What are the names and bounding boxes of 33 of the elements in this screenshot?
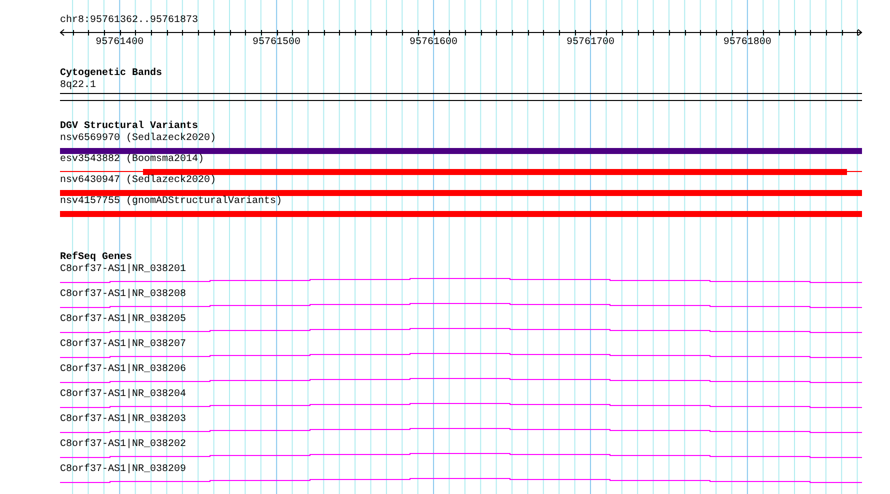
- gene-model-line[interactable]: [60, 378, 862, 383]
- variant-label[interactable]: nsv4157755 (gnomADStructuralVariants): [60, 196, 282, 208]
- gene-model-line[interactable]: [60, 328, 862, 333]
- gene-label[interactable]: C8orf37-AS1|NR_038202: [60, 439, 186, 451]
- gene-model-line[interactable]: [60, 428, 862, 433]
- gene-label[interactable]: C8orf37-AS1|NR_038209: [60, 464, 186, 476]
- gene-model-line[interactable]: [60, 278, 862, 283]
- ruler-tick-label: 95761400: [96, 37, 144, 48]
- ruler-tick-label: 95761600: [410, 37, 458, 48]
- gene-label[interactable]: C8orf37-AS1|NR_038208: [60, 289, 186, 301]
- variant-bar[interactable]: [60, 169, 862, 175]
- gene-model-line[interactable]: [60, 478, 862, 483]
- track-title: Cytogenetic Bands: [60, 68, 162, 80]
- ruler-tick-label: 95761500: [252, 37, 301, 48]
- variant-label[interactable]: esv3543882 (Boomsma2014): [60, 154, 204, 166]
- variant-label[interactable]: nsv6569970 (Sedlazeck2020): [60, 133, 216, 145]
- track-title: RefSeq Genes: [60, 252, 132, 264]
- gene-label[interactable]: C8orf37-AS1|NR_038204: [60, 389, 186, 401]
- ruler-tick-label: 95761700: [566, 37, 614, 48]
- variant-label[interactable]: nsv6430947 (Sedlazeck2020): [60, 175, 216, 187]
- gene-label[interactable]: C8orf37-AS1|NR_038206: [60, 364, 186, 376]
- gene-label[interactable]: C8orf37-AS1|NR_038207: [60, 339, 186, 351]
- gene-model-line[interactable]: [60, 403, 862, 408]
- band-label[interactable]: 8q22.1: [60, 80, 96, 92]
- gene-label[interactable]: C8orf37-AS1|NR_038205: [60, 314, 186, 326]
- gene-model-line[interactable]: [60, 453, 862, 458]
- ruler-tick-label: 95761800: [723, 37, 772, 48]
- gene-label[interactable]: C8orf37-AS1|NR_038201: [60, 264, 186, 276]
- gene-model-line[interactable]: [60, 303, 862, 308]
- gene-label[interactable]: C8orf37-AS1|NR_038203: [60, 414, 186, 426]
- ruler-position-label: chr8:95761362..95761873: [60, 15, 198, 27]
- track-title: DGV Structural Variants: [60, 121, 198, 132]
- gene-model-line[interactable]: [60, 353, 862, 358]
